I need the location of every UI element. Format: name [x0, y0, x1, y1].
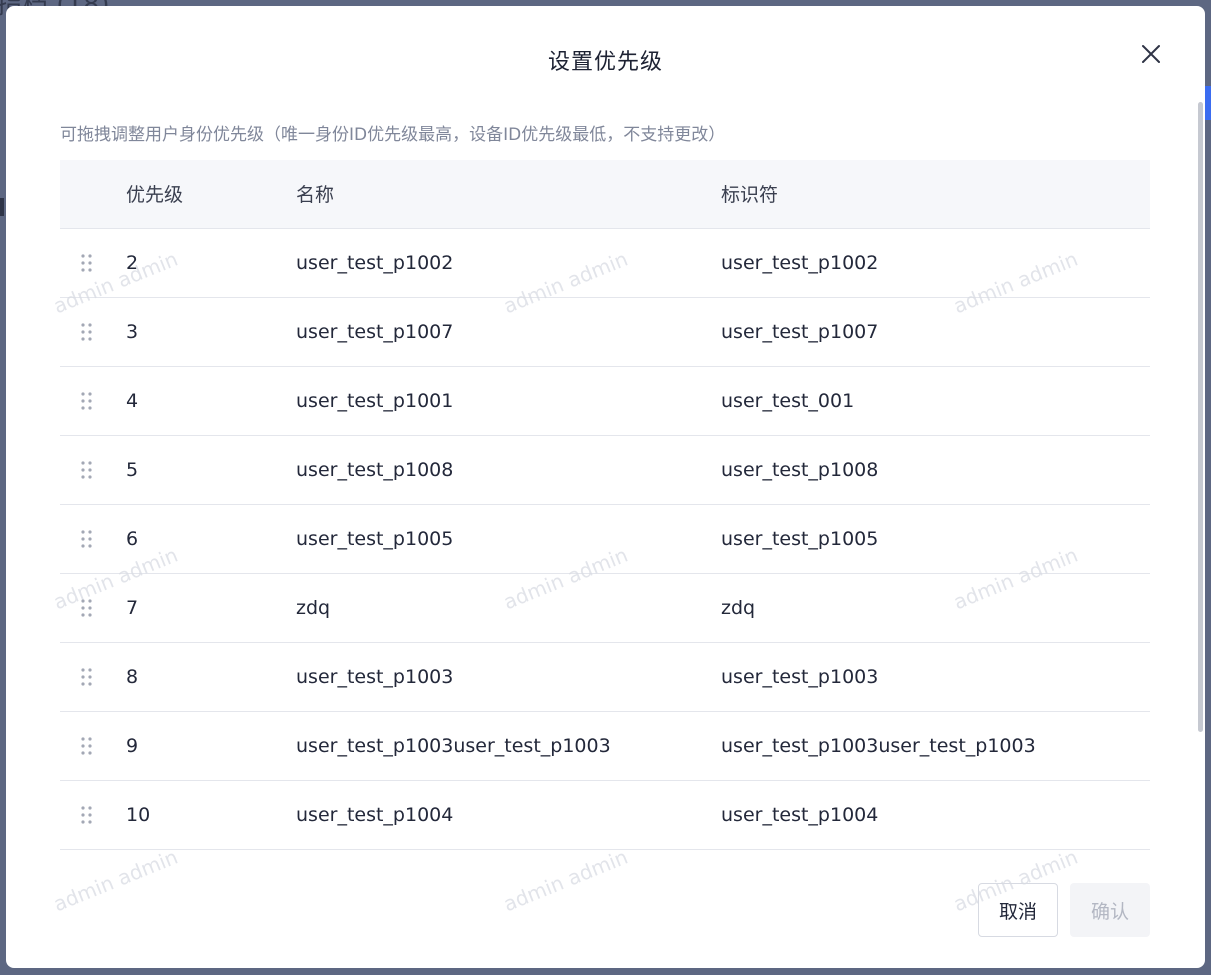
row-name: user_test_p1003user_test_p1003: [296, 711, 721, 781]
confirm-button[interactable]: 确认: [1070, 883, 1150, 937]
drag-handle-icon[interactable]: [80, 391, 94, 411]
row-name: user_test_p1008: [296, 435, 721, 505]
row-drag-cell: [60, 642, 126, 712]
row-priority: 7: [126, 573, 296, 643]
table-row[interactable]: 9 user_test_p1003user_test_p1003 user_test…: [60, 711, 1150, 781]
row-identifier: user_test_p1004: [721, 780, 1150, 850]
row-identifier: user_test_001: [721, 366, 1150, 436]
row-drag-cell: [60, 297, 126, 367]
set-priority-dialog: 设置优先级 可拖拽调整用户身份优先级（唯一身份ID优先级最高，设备ID优先级最低…: [6, 6, 1205, 968]
drag-handle-icon[interactable]: [80, 667, 94, 687]
table-row[interactable]: 2 user_test_p1002 user_test_p1002: [60, 228, 1150, 298]
drag-handle-icon[interactable]: [80, 529, 94, 549]
drag-handle-icon[interactable]: [80, 253, 94, 273]
table-row[interactable]: 10 user_test_p1004 user_test_p1004: [60, 780, 1150, 850]
row-priority: 8: [126, 642, 296, 712]
row-priority: 10: [126, 780, 296, 850]
row-identifier: user_test_p1003user_test_p1003: [721, 711, 1150, 781]
header-name: 名称: [296, 160, 721, 229]
drag-hint-text: 可拖拽调整用户身份优先级（唯一身份ID优先级最高，设备ID优先级最低，不支持更改…: [60, 125, 726, 145]
table-row[interactable]: 3 user_test_p1007 user_test_p1007: [60, 297, 1150, 367]
row-identifier: user_test_p1005: [721, 504, 1150, 574]
row-drag-cell: [60, 435, 126, 505]
row-drag-cell: [60, 711, 126, 781]
watermark: admin admin: [500, 844, 632, 917]
row-name: zdq: [296, 573, 721, 643]
row-drag-cell: [60, 780, 126, 850]
close-icon: [1142, 45, 1160, 63]
drag-handle-icon[interactable]: [80, 598, 94, 618]
row-name: user_test_p1005: [296, 504, 721, 574]
table-header-row: 优先级 名称 标识符: [60, 160, 1150, 229]
cancel-button[interactable]: 取消: [978, 883, 1058, 937]
row-priority: 4: [126, 366, 296, 436]
header-identifier: 标识符: [721, 160, 1150, 229]
row-priority: 5: [126, 435, 296, 505]
row-name: user_test_p1003: [296, 642, 721, 712]
row-identifier: user_test_p1003: [721, 642, 1150, 712]
row-identifier: user_test_p1007: [721, 297, 1150, 367]
row-priority: 6: [126, 504, 296, 574]
table-row[interactable]: 4 user_test_p1001 user_test_001: [60, 366, 1150, 436]
row-priority: 9: [126, 711, 296, 781]
priority-table: 优先级 名称 标识符 2 user_test_p1002 user_test_p10…: [60, 160, 1150, 850]
row-drag-cell: [60, 228, 126, 298]
row-identifier: zdq: [721, 573, 1150, 643]
drag-handle-icon[interactable]: [80, 322, 94, 342]
row-identifier: user_test_p1002: [721, 228, 1150, 298]
row-name: user_test_p1001: [296, 366, 721, 436]
row-name: user_test_p1004: [296, 780, 721, 850]
watermark: admin admin: [50, 844, 182, 917]
scrollbar-thumb[interactable]: [1198, 102, 1203, 732]
row-priority: 3: [126, 297, 296, 367]
drag-handle-icon[interactable]: [80, 805, 94, 825]
drag-handle-icon[interactable]: [80, 460, 94, 480]
background-marker: [0, 198, 4, 216]
drag-handle-icon[interactable]: [80, 736, 94, 756]
table-row[interactable]: 8 user_test_p1003 user_test_p1003: [60, 642, 1150, 712]
close-button[interactable]: [1139, 42, 1163, 66]
table-row[interactable]: 7 zdq zdq: [60, 573, 1150, 643]
header-drag: [60, 160, 126, 229]
row-name: user_test_p1007: [296, 297, 721, 367]
row-drag-cell: [60, 366, 126, 436]
row-name: user_test_p1002: [296, 228, 721, 298]
table-row[interactable]: 6 user_test_p1005 user_test_p1005: [60, 504, 1150, 574]
row-drag-cell: [60, 504, 126, 574]
header-priority: 优先级: [126, 160, 296, 229]
row-drag-cell: [60, 573, 126, 643]
row-identifier: user_test_p1008: [721, 435, 1150, 505]
dialog-title: 设置优先级: [547, 50, 663, 75]
row-priority: 2: [126, 228, 296, 298]
table-row[interactable]: 5 user_test_p1008 user_test_p1008: [60, 435, 1150, 505]
